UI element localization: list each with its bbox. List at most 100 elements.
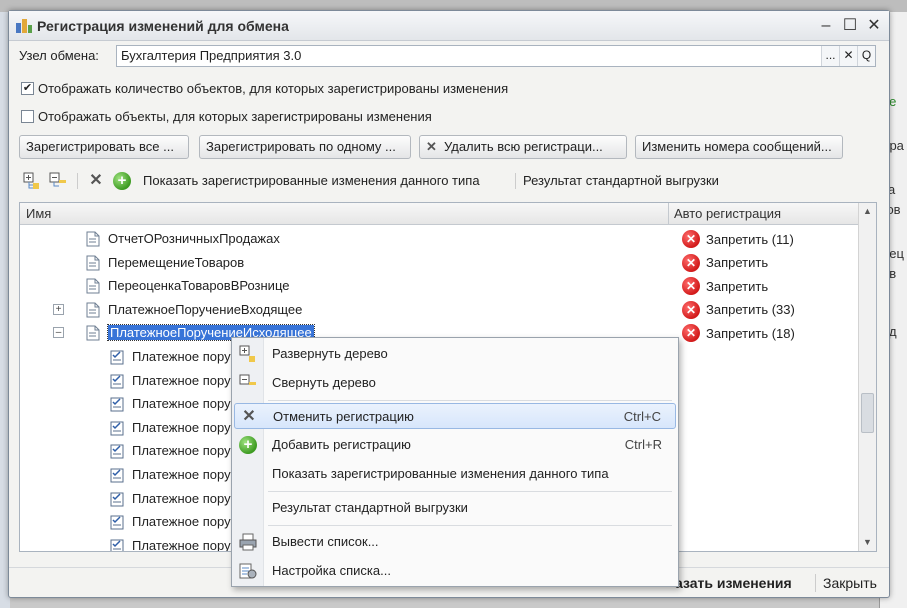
exchange-node-value: Бухгалтерия Предприятия 3.0 xyxy=(121,48,302,63)
grid-header: Имя Авто регистрация xyxy=(20,203,876,225)
menu-separator xyxy=(268,400,672,401)
menu-item-show-registered[interactable]: Показать зарегистрированные изменения да… xyxy=(234,461,676,487)
row-name[interactable]: ПереоценкаТоваровВРознице xyxy=(108,278,289,293)
change-message-numbers-button[interactable]: Изменить номера сообщений... xyxy=(635,135,843,159)
table-row[interactable]: + ПлатежноеПоручениеВходящее ✕ Запретить (3… xyxy=(20,299,858,322)
toolbar-show-registered[interactable]: Показать зарегистрированные изменения да… xyxy=(143,173,480,188)
column-header-auto-registration[interactable]: Авто регистрация xyxy=(674,206,781,221)
auto-registration-status[interactable]: ✕ Запретить (18) xyxy=(682,324,795,343)
auto-registration-status[interactable]: ✕ Запретить (33) xyxy=(682,300,795,319)
auto-registration-status[interactable]: ✕ Запретить xyxy=(682,253,769,272)
row-name[interactable]: ПеремещениеТоваров xyxy=(108,255,244,270)
collapse-tree-icon[interactable] xyxy=(49,172,67,190)
add-registration-icon: + xyxy=(239,436,257,454)
register-one-button[interactable]: Зарегистрировать по одному ... xyxy=(199,135,411,159)
title-bar[interactable]: Регистрация изменений для обмена – ☐ ✕ xyxy=(9,11,889,41)
show-count-checkbox[interactable]: ✔ Отображать количество объектов, для ко… xyxy=(21,81,508,96)
list-settings-icon xyxy=(239,563,257,579)
grid-toolbar: ✕ + Показать зарегистрированные изменени… xyxy=(21,171,871,193)
document-record-icon xyxy=(110,467,124,483)
menu-item-list-settings[interactable]: Настройка списка... xyxy=(234,558,676,584)
show-changes-button[interactable]: азать изменения xyxy=(675,575,792,591)
menu-item-label: Показать зарегистрированные изменения да… xyxy=(272,466,609,481)
document-record-icon xyxy=(110,491,124,507)
menu-item-expand-tree[interactable]: Развернуть дерево xyxy=(234,341,676,367)
delete-all-registration-button[interactable]: ✕ Удалить всю регистраци... xyxy=(419,135,627,159)
document-type-icon xyxy=(86,231,100,247)
row-name[interactable]: ПлатежноеПоручениеВходящее xyxy=(108,302,302,317)
checkbox-checked-icon[interactable]: ✔ xyxy=(21,82,34,95)
document-record-icon xyxy=(110,538,124,551)
status-label: Запретить (18) xyxy=(706,325,795,341)
window-title: Регистрация изменений для обмена xyxy=(37,18,289,34)
menu-item-label: Отменить регистрацию xyxy=(273,409,414,424)
app-icon xyxy=(16,19,32,33)
row-name[interactable]: Платежное пору xyxy=(132,373,231,388)
close-button[interactable]: ✕ xyxy=(863,15,885,37)
menu-item-label: Добавить регистрацию xyxy=(272,437,411,452)
menu-item-standard-export[interactable]: Результат стандартной выгрузки xyxy=(234,495,676,521)
deny-icon: ✕ xyxy=(682,277,700,296)
row-name[interactable]: Платежное пору xyxy=(132,420,231,435)
menu-item-label: Развернуть дерево xyxy=(272,346,388,361)
toolbar-separator xyxy=(515,173,516,189)
menu-item-cancel-registration[interactable]: ✕ Отменить регистрацию Ctrl+C xyxy=(234,403,676,429)
column-header-name[interactable]: Имя xyxy=(26,206,51,221)
document-type-icon xyxy=(86,255,100,271)
add-registration-icon[interactable]: + xyxy=(113,172,131,190)
expand-node-icon[interactable]: + xyxy=(53,303,64,315)
document-record-icon xyxy=(110,349,124,365)
scroll-down-icon[interactable]: ▼ xyxy=(859,534,876,551)
expand-tree-icon xyxy=(239,345,255,362)
show-objects-checkbox[interactable]: Отображать объекты, для которых зарегист… xyxy=(21,109,432,124)
register-all-button[interactable]: Зарегистрировать все ... xyxy=(19,135,189,159)
menu-item-output-list[interactable]: Вывести список... xyxy=(234,529,676,555)
table-row[interactable]: ПереоценкаТоваровВРознице ✕ Запретить xyxy=(20,275,858,298)
collapse-node-icon[interactable]: – xyxy=(53,327,64,339)
delete-all-label: Удалить всю регистраци... xyxy=(444,139,603,154)
cancel-registration-icon[interactable]: ✕ xyxy=(87,172,105,190)
status-label: Запретить (11) xyxy=(706,231,794,247)
clear-icon[interactable]: ✕ xyxy=(839,46,857,66)
document-type-icon xyxy=(86,278,100,294)
checkbox-unchecked-icon[interactable] xyxy=(21,110,34,123)
close-form-button[interactable]: Закрыть xyxy=(823,575,877,591)
expand-tree-icon[interactable] xyxy=(23,172,41,190)
scroll-thumb[interactable] xyxy=(861,393,874,433)
row-name[interactable]: Платежное пору xyxy=(132,396,231,411)
deny-icon: ✕ xyxy=(682,300,700,319)
maximize-button[interactable]: ☐ xyxy=(839,15,861,37)
document-type-icon xyxy=(86,302,100,318)
deny-icon: ✕ xyxy=(682,253,700,272)
deny-icon: ✕ xyxy=(682,324,700,343)
vertical-scrollbar[interactable]: ▲ ▼ xyxy=(858,203,876,551)
menu-item-label: Свернуть дерево xyxy=(272,375,376,390)
search-icon[interactable]: Q xyxy=(857,46,875,66)
row-name[interactable]: Платежное пору xyxy=(132,538,231,551)
printer-icon xyxy=(239,533,257,551)
select-button[interactable]: ... xyxy=(821,46,839,66)
row-name[interactable]: Платежное пору xyxy=(132,491,231,506)
document-record-icon xyxy=(110,443,124,459)
deny-icon: ✕ xyxy=(682,230,700,248)
row-name[interactable]: ОтчетОРозничныхПродажах xyxy=(108,231,280,246)
exchange-node-input[interactable]: Бухгалтерия Предприятия 3.0 ... ✕ Q xyxy=(116,45,876,67)
auto-registration-status[interactable]: ✕ Запретить (11) xyxy=(682,230,794,248)
auto-registration-status[interactable]: ✕ Запретить xyxy=(682,277,768,296)
menu-separator xyxy=(268,491,672,492)
show-count-label: Отображать количество объектов, для кото… xyxy=(38,81,509,96)
menu-item-add-registration[interactable]: + Добавить регистрацию Ctrl+R xyxy=(234,432,676,458)
table-row[interactable]: ОтчетОРозничныхПродажах ✕ Запретить (11) xyxy=(20,228,858,251)
minimize-button[interactable]: – xyxy=(815,15,837,37)
table-row[interactable]: ПеремещениеТоваров ✕ Запретить xyxy=(20,252,858,275)
scroll-up-icon[interactable]: ▲ xyxy=(859,203,876,220)
row-name[interactable]: Платежное пору xyxy=(132,349,231,364)
row-name[interactable]: Платежное пору xyxy=(132,514,231,529)
menu-item-shortcut: Ctrl+R xyxy=(624,437,662,452)
menu-separator xyxy=(268,525,672,526)
status-label: Запретить xyxy=(706,255,769,271)
toolbar-standard-export[interactable]: Результат стандартной выгрузки xyxy=(523,173,719,188)
row-name[interactable]: Платежное пору xyxy=(132,467,231,482)
row-name[interactable]: Платежное пору xyxy=(132,443,231,458)
menu-item-collapse-tree[interactable]: Свернуть дерево xyxy=(234,370,676,396)
